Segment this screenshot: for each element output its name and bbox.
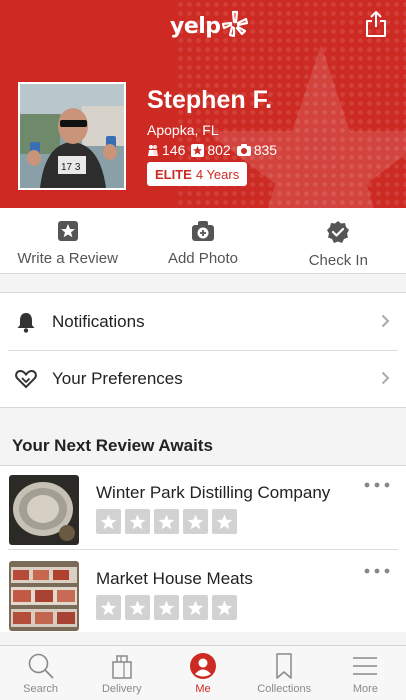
profile-stats: 146 802 835	[147, 142, 283, 158]
heart-icon	[15, 369, 37, 388]
elite-years: 4 Years	[195, 166, 240, 182]
avatar-photo: 17 3	[20, 84, 124, 188]
reviews-count: 802	[207, 142, 231, 158]
preferences-item[interactable]: Your Preferences	[0, 350, 406, 407]
star-icon[interactable]	[125, 509, 150, 534]
profile-location: Apopka, FL	[147, 122, 219, 138]
tab-more[interactable]: More	[325, 646, 406, 700]
profile-avatar[interactable]: 17 3	[18, 82, 126, 190]
notifications-label: Notifications	[52, 311, 145, 331]
user-icon	[190, 653, 216, 679]
star-icon[interactable]	[183, 509, 208, 534]
review-star-icon	[191, 143, 205, 157]
camera-plus-icon	[191, 221, 214, 241]
heart-icon-wrap	[0, 369, 52, 389]
business-name[interactable]: Market House Meats	[96, 569, 253, 589]
meats-photo	[9, 561, 79, 631]
more-options-icon[interactable]	[364, 568, 390, 574]
friends-stat: 146	[147, 142, 185, 158]
notifications-item[interactable]: Notifications	[0, 293, 406, 350]
star-icon[interactable]	[212, 509, 237, 534]
business-name[interactable]: Winter Park Distilling Company	[96, 483, 330, 503]
profile-header: yelp 17 3 Stephen F. Apopka, FL 146 802 …	[0, 0, 406, 208]
menu-icon	[353, 657, 378, 675]
list-item[interactable]: Market House Meats	[0, 549, 406, 632]
elite-label: ELITE	[155, 166, 192, 182]
friends-icon	[148, 144, 158, 156]
bell-icon	[17, 312, 35, 333]
bell-icon-wrap	[0, 311, 52, 333]
list-item[interactable]: Winter Park Distilling Company	[0, 466, 406, 546]
star-icon[interactable]	[125, 595, 150, 620]
chevron-right-icon	[381, 314, 390, 328]
star-icon[interactable]	[96, 509, 121, 534]
tab-me[interactable]: Me	[162, 646, 243, 700]
bottom-tab-bar: Search Delivery Me Collections More	[0, 645, 406, 700]
star-icon[interactable]	[154, 595, 179, 620]
photos-stat: 835	[236, 142, 278, 158]
elite-badge[interactable]: ELITE 4 Years	[147, 162, 248, 186]
yelp-burst-icon	[221, 10, 248, 37]
tab-search[interactable]: Search	[0, 646, 81, 700]
distillery-photo	[9, 475, 79, 545]
bookmark-icon	[276, 653, 292, 679]
check-in-button[interactable]: Check In	[271, 208, 406, 273]
rating-stars[interactable]	[96, 509, 241, 534]
preferences-label: Your Preferences	[52, 368, 183, 388]
review-suggestion-list: Winter Park Distilling Company Market Ho	[0, 465, 406, 632]
star-icon[interactable]	[154, 509, 179, 534]
tab-collections[interactable]: Collections	[244, 646, 325, 700]
next-review-heading: Your Next Review Awaits	[12, 436, 213, 455]
profile-actions: Write a Review Add Photo Check In	[0, 208, 406, 274]
profile-name: Stephen F.	[147, 86, 273, 114]
write-review-button[interactable]: Write a Review	[0, 208, 135, 273]
star-square-icon	[57, 221, 78, 241]
svg-text:17 3: 17 3	[61, 162, 81, 173]
yelp-logo: yelp	[170, 8, 248, 44]
reviews-stat: 802	[191, 142, 231, 158]
friends-count: 146	[162, 142, 186, 158]
photos-count: 835	[253, 142, 278, 158]
camera-icon	[236, 144, 251, 156]
star-icon[interactable]	[96, 595, 121, 620]
business-photo[interactable]	[9, 475, 79, 545]
tab-delivery[interactable]: Delivery	[81, 646, 162, 700]
rating-stars[interactable]	[96, 595, 241, 620]
search-icon	[28, 653, 54, 679]
business-photo[interactable]	[9, 561, 79, 631]
share-icon[interactable]	[364, 10, 388, 38]
more-options-icon[interactable]	[364, 482, 390, 488]
bag-icon	[112, 655, 132, 679]
settings-menu: Notifications Your Preferences	[0, 292, 406, 408]
star-icon[interactable]	[212, 595, 237, 620]
star-icon[interactable]	[183, 595, 208, 620]
check-badge-icon	[327, 221, 350, 243]
chevron-right-icon	[381, 371, 390, 385]
add-photo-button[interactable]: Add Photo	[135, 208, 270, 273]
